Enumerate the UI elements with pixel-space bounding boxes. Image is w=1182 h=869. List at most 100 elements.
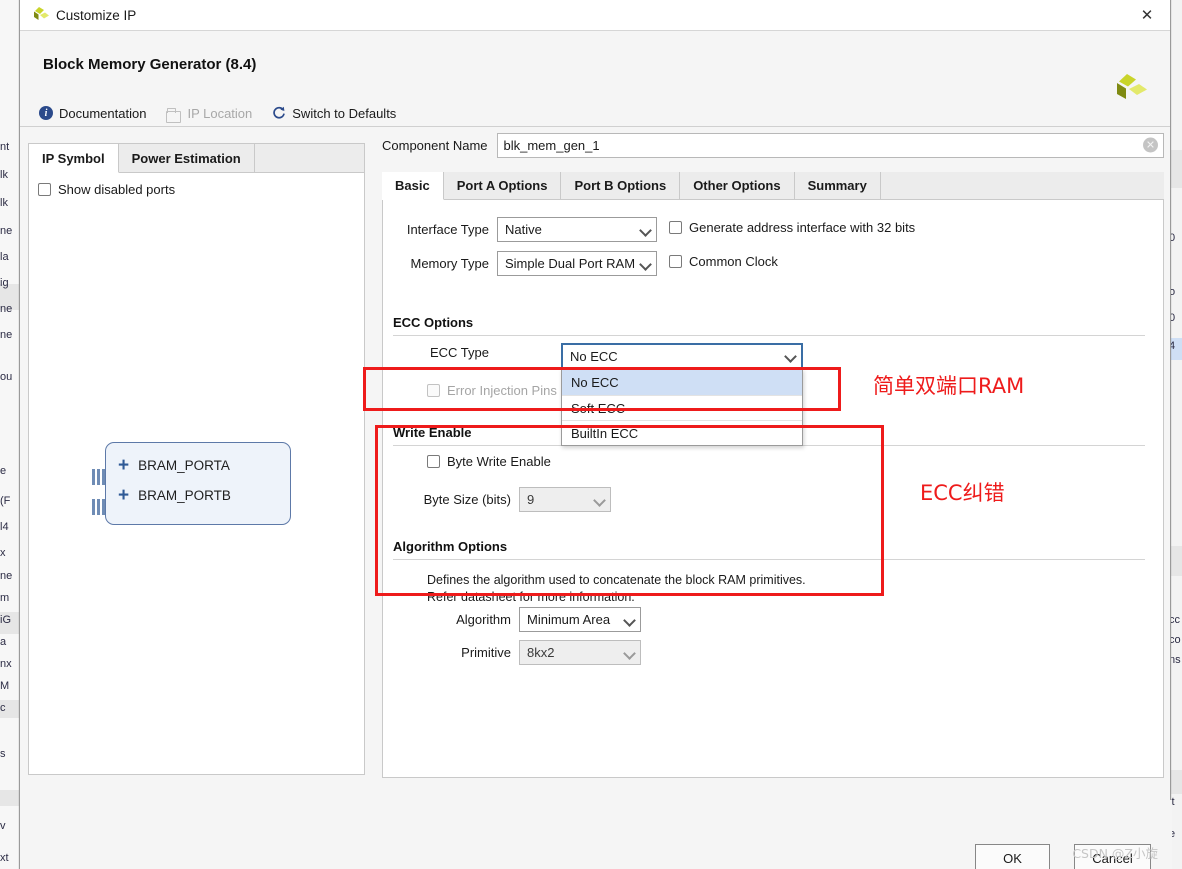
- dialog-footer: OK Cancel CSDN @Z小旋: [20, 800, 1172, 869]
- algorithm-row: Algorithm Minimum Area: [423, 607, 641, 632]
- tab-other-options[interactable]: Other Options: [680, 172, 795, 199]
- ecc-type-option-no-ecc-label: No ECC: [571, 375, 619, 390]
- ip-symbol-pane: IP Symbol Power Estimation Show disabled…: [28, 143, 365, 775]
- page-title: Block Memory Generator (8.4): [43, 56, 257, 73]
- main-tabstrip-filler: [881, 172, 1164, 199]
- ecc-type-combo[interactable]: No ECC: [561, 343, 803, 369]
- chevron-down-icon: [624, 647, 636, 659]
- ecc-annotation-text: ECC纠错: [920, 481, 1005, 505]
- ip-symbol-block: + BRAM_PORTA + BRAM_PORTB: [105, 442, 291, 525]
- common-clock-label: Common Clock: [689, 254, 778, 269]
- chevron-down-icon: [624, 614, 636, 626]
- dialog-toolbar: i Documentation IP Location Switch to De…: [20, 100, 1170, 127]
- algorithm-options-rule: [393, 559, 1145, 560]
- tab-summary[interactable]: Summary: [795, 172, 881, 199]
- byte-write-enable-checkbox[interactable]: [427, 455, 440, 468]
- tab-power-estimation-label: Power Estimation: [131, 150, 241, 166]
- byte-write-enable-row[interactable]: Byte Write Enable: [427, 454, 551, 469]
- interface-type-row: Interface Type Native: [401, 217, 657, 242]
- ecc-type-row: ECC Type: [401, 345, 489, 360]
- ok-button[interactable]: OK: [975, 844, 1050, 869]
- interface-type-label: Interface Type: [406, 222, 489, 237]
- clear-icon[interactable]: ✕: [1143, 137, 1158, 153]
- primitive-value: 8kx2: [527, 645, 555, 660]
- symbol-port-b-label: BRAM_PORTB: [138, 488, 231, 503]
- ecc-type-option-builtin-ecc[interactable]: BuiltIn ECC: [562, 420, 802, 445]
- expand-port-a-icon[interactable]: +: [118, 456, 129, 475]
- main-tabstrip: Basic Port A Options Port B Options Othe…: [382, 172, 1164, 200]
- tab-ip-symbol-label: IP Symbol: [42, 150, 105, 166]
- xilinx-logo-small-icon: [28, 6, 50, 24]
- primitive-label: Primitive: [461, 645, 511, 660]
- documentation-label: Documentation: [59, 105, 147, 121]
- tab-basic-label: Basic: [395, 178, 430, 193]
- expand-port-b-icon[interactable]: +: [118, 486, 129, 505]
- close-icon[interactable]: ✕: [1124, 0, 1170, 30]
- error-injection-pins-row: Error Injection Pins: [427, 383, 557, 398]
- tab-port-a-options-label: Port A Options: [456, 178, 548, 193]
- port-b-pins-icon: [92, 499, 106, 515]
- show-disabled-ports-row[interactable]: Show disabled ports: [38, 182, 175, 197]
- common-clock-row[interactable]: Common Clock: [669, 254, 778, 269]
- memory-type-row: Memory Type Simple Dual Port RAM: [401, 251, 657, 276]
- dialog-body: IP Symbol Power Estimation Show disabled…: [20, 127, 1170, 827]
- memory-type-combo[interactable]: Simple Dual Port RAM: [497, 251, 657, 276]
- component-name-value: blk_mem_gen_1: [503, 137, 600, 153]
- byte-write-enable-label: Byte Write Enable: [447, 454, 551, 469]
- chevron-down-icon: [594, 494, 606, 506]
- ecc-type-option-soft-ecc-label: Soft ECC: [571, 400, 626, 416]
- algorithm-value: Minimum Area: [527, 612, 611, 627]
- symbol-port-b[interactable]: + BRAM_PORTB: [118, 486, 231, 505]
- tab-ip-symbol[interactable]: IP Symbol: [29, 144, 119, 173]
- algorithm-combo[interactable]: Minimum Area: [519, 607, 641, 632]
- tab-port-b-options[interactable]: Port B Options: [561, 172, 681, 199]
- config-pane: Component Name blk_mem_gen_1 ✕ Basic Por…: [382, 132, 1164, 778]
- dialog-header: Block Memory Generator (8.4): [20, 31, 1170, 100]
- byte-size-label: Byte Size (bits): [423, 492, 511, 507]
- ecc-type-dropdown[interactable]: No ECC Soft ECC BuiltIn ECC: [561, 369, 803, 446]
- algorithm-description-line2: Refer datasheet for more information.: [427, 590, 635, 604]
- generate-address-interface-checkbox[interactable]: [669, 221, 682, 234]
- interface-type-combo[interactable]: Native: [497, 217, 657, 242]
- chevron-down-icon: [785, 350, 797, 362]
- info-icon: i: [39, 106, 53, 120]
- component-name-input[interactable]: blk_mem_gen_1 ✕: [496, 132, 1164, 158]
- ecc-options-rule: [393, 335, 1145, 336]
- algorithm-options-heading: Algorithm Options: [393, 539, 508, 554]
- tab-port-a-options[interactable]: Port A Options: [444, 172, 562, 199]
- symbol-port-a[interactable]: + BRAM_PORTA: [118, 456, 230, 475]
- documentation-link[interactable]: i Documentation: [39, 106, 146, 121]
- ecc-type-option-no-ecc[interactable]: No ECC: [562, 370, 802, 395]
- show-disabled-ports-label: Show disabled ports: [58, 182, 176, 197]
- chevron-down-icon: [640, 258, 652, 270]
- port-a-pins-icon: [92, 469, 106, 485]
- common-clock-checkbox[interactable]: [669, 255, 682, 268]
- primitive-row: Primitive 8kx2: [423, 640, 641, 665]
- byte-size-combo[interactable]: 9: [519, 487, 611, 512]
- window-title: Customize IP: [56, 7, 137, 23]
- ecc-type-label: ECC Type: [429, 345, 489, 360]
- symbol-port-a-label: BRAM_PORTA: [138, 458, 230, 473]
- ecc-type-option-soft-ecc[interactable]: Soft ECC: [562, 395, 802, 420]
- switch-to-defaults-link[interactable]: Switch to Defaults: [272, 106, 396, 121]
- algorithm-label: Algorithm: [456, 612, 511, 627]
- ip-location-link[interactable]: IP Location: [166, 106, 252, 123]
- tab-other-options-label: Other Options: [693, 178, 781, 193]
- watermark: CSDN @Z小旋: [1072, 846, 1158, 861]
- tab-summary-label: Summary: [807, 178, 867, 193]
- component-name-label: Component Name: [382, 137, 488, 153]
- switch-to-defaults-label: Switch to Defaults: [292, 105, 397, 121]
- generate-address-interface-label: Generate address interface with 32 bits: [689, 220, 916, 235]
- ecc-type-option-builtin-ecc-label: BuiltIn ECC: [571, 425, 639, 441]
- component-name-row: Component Name blk_mem_gen_1 ✕: [382, 132, 1164, 158]
- tab-power-estimation[interactable]: Power Estimation: [119, 144, 255, 172]
- error-injection-pins-label: Error Injection Pins: [447, 383, 557, 398]
- basic-panel: Interface Type Native Generate address i…: [382, 200, 1164, 778]
- tab-port-b-options-label: Port B Options: [574, 178, 667, 193]
- primitive-combo[interactable]: 8kx2: [519, 640, 641, 665]
- generate-address-interface-row[interactable]: Generate address interface with 32 bits: [669, 220, 915, 235]
- ecc-type-value: No ECC: [570, 348, 618, 364]
- title-bar: Customize IP ✕: [20, 0, 1170, 31]
- show-disabled-ports-checkbox[interactable]: [38, 183, 51, 196]
- tab-basic[interactable]: Basic: [382, 172, 444, 200]
